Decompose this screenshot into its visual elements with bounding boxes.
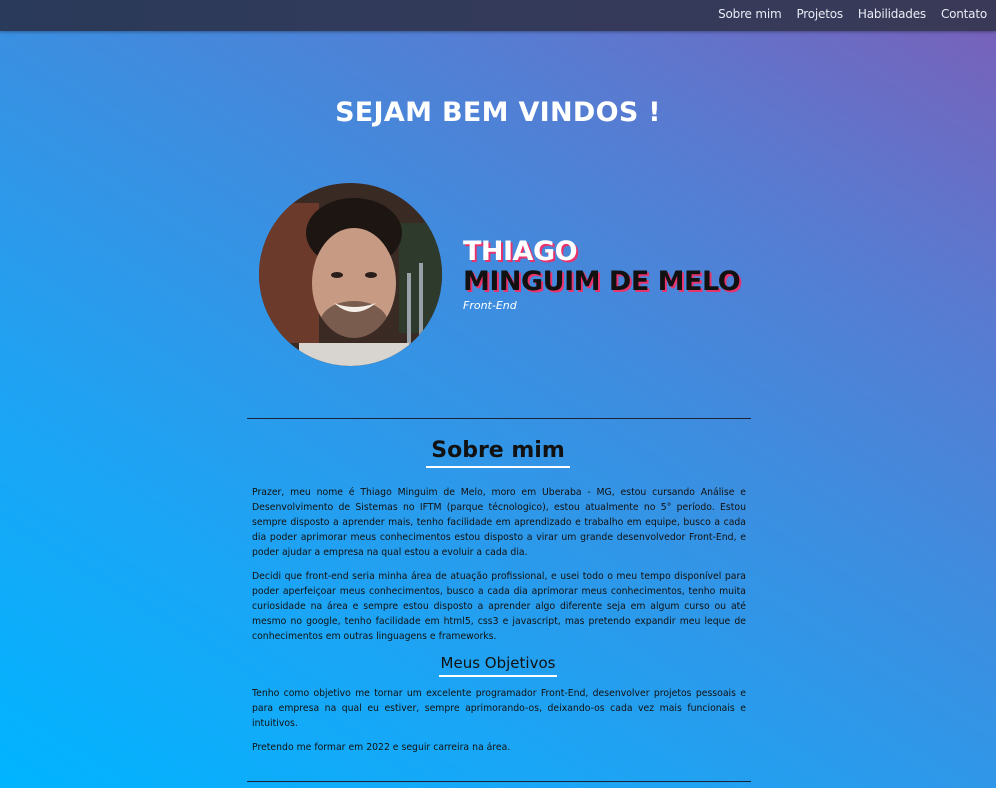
profile-photo [259,183,442,366]
profile-first-name: THIAGO [463,236,578,267]
about-section-title-text: Sobre mim [426,438,570,468]
nav-link-habilidades[interactable]: Habilidades [858,7,926,21]
nav-link-sobre-mim[interactable]: Sobre mim [718,7,782,21]
about-paragraph-2: Decidi que front-end seria minha área de… [252,571,746,642]
objectives-paragraph-2: Pretendo me formar em 2022 e seguir carr… [252,742,511,753]
objectives-section-title: Meus Objetivos [0,654,996,677]
nav-link-contato[interactable]: Contato [941,7,987,21]
profile-last-name: MINGUIM DE MELO [463,266,741,297]
profile-role: Front-End [463,299,517,312]
section-divider-top [247,418,751,419]
about-section-title: Sobre mim [0,438,996,468]
top-navbar: Sobre mim Projetos Habilidades Contato [0,0,996,31]
welcome-heading: SEJAM BEM VINDOS ! [335,97,661,128]
objectives-paragraph-1: Tenho como objetivo me tornar um excelen… [252,688,746,729]
section-divider-bottom [247,781,751,782]
about-paragraph-1: Prazer, meu nome é Thiago Minguim de Mel… [252,487,746,558]
profile-photo-illustration [259,183,442,366]
main-nav: Sobre mim Projetos Habilidades Contato [718,7,987,21]
nav-link-projetos[interactable]: Projetos [796,7,843,21]
objectives-section-title-text: Meus Objetivos [438,654,558,677]
